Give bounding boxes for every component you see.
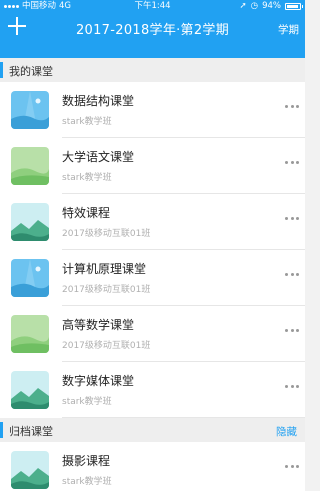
- course-item[interactable]: 数字媒体课堂 stark教学班: [0, 362, 305, 418]
- more-options-button[interactable]: [285, 383, 299, 389]
- dot-icon: [285, 272, 288, 276]
- app-header: 中国移动 4G 下午1:44 ➚ ◷ 94% 2017-2018学年·第2学期 …: [0, 0, 305, 58]
- course-name: 特效课程: [62, 206, 111, 220]
- dot-icon: [285, 464, 288, 468]
- course-item[interactable]: 数据结构课堂 stark教学班: [0, 82, 305, 138]
- section-header-archived: 归档课堂 隐藏: [0, 418, 305, 442]
- dot-icon: [296, 216, 299, 220]
- course-name: 数字媒体课堂: [62, 374, 135, 388]
- course-item[interactable]: 大学语文课堂 stark教学班: [0, 138, 305, 194]
- course-thumbnail: [11, 91, 49, 129]
- course-thumbnail: [11, 451, 49, 489]
- dot-icon: [285, 216, 288, 220]
- alarm-icon: ◷: [250, 1, 259, 11]
- course-list: 数据结构课堂 stark教学班 大学语文课堂 stark教学班 特效课程 2017级移动互…: [0, 82, 305, 418]
- course-name: 大学语文课堂: [62, 150, 135, 164]
- course-name: 高等数学课堂: [62, 318, 135, 332]
- dot-icon: [285, 328, 288, 332]
- course-item[interactable]: 摄影课程 stark教学班: [0, 442, 305, 491]
- more-options-button[interactable]: [285, 271, 299, 277]
- more-options-button[interactable]: [285, 103, 299, 109]
- course-class: 2017级移动互联01班: [62, 285, 151, 295]
- section-label: 归档课堂: [9, 425, 53, 438]
- archived-course-list: 摄影课程 stark教学班: [0, 442, 305, 491]
- course-thumbnail: [11, 203, 49, 241]
- dot-icon: [290, 216, 294, 220]
- more-options-button[interactable]: [285, 463, 299, 469]
- dot-icon: [290, 328, 294, 332]
- dot-icon: [296, 464, 299, 468]
- dot-icon: [285, 384, 288, 388]
- course-class: stark教学班: [62, 173, 112, 183]
- course-class: stark教学班: [62, 397, 112, 407]
- dot-icon: [296, 384, 299, 388]
- page-title: 2017-2018学年·第2学期: [75, 23, 230, 38]
- more-options-button[interactable]: [285, 159, 299, 165]
- course-class: stark教学班: [62, 117, 112, 127]
- course-thumbnail: [11, 147, 49, 185]
- dot-icon: [296, 328, 299, 332]
- section-label: 我的课堂: [9, 65, 53, 78]
- status-bar: 中国移动 4G 下午1:44 ➚ ◷ 94%: [0, 0, 305, 13]
- course-name: 数据结构课堂: [62, 94, 135, 108]
- battery-icon: [285, 3, 303, 10]
- dot-icon: [290, 384, 294, 388]
- course-item[interactable]: 计算机原理课堂 2017级移动互联01班: [0, 250, 305, 306]
- course-thumbnail: [11, 259, 49, 297]
- section-header-mine: 我的课堂: [0, 58, 305, 82]
- dot-icon: [296, 272, 299, 276]
- battery-label: 94%: [262, 1, 281, 11]
- dot-icon: [290, 160, 294, 164]
- more-options-button[interactable]: [285, 215, 299, 221]
- term-button[interactable]: 学期: [278, 22, 299, 37]
- course-class: 2017级移动互联01班: [62, 229, 151, 239]
- dot-icon: [290, 272, 294, 276]
- status-right: ➚ ◷ 94%: [239, 0, 303, 13]
- course-name: 摄影课程: [62, 454, 111, 468]
- dot-icon: [285, 160, 288, 164]
- course-class: 2017级移动互联01班: [62, 341, 151, 351]
- location-icon: ➚: [239, 1, 247, 11]
- hide-archived-button[interactable]: 隐藏: [276, 424, 297, 439]
- course-thumbnail: [11, 315, 49, 353]
- dot-icon: [296, 104, 299, 108]
- dot-icon: [285, 104, 288, 108]
- dot-icon: [290, 104, 294, 108]
- course-item[interactable]: 特效课程 2017级移动互联01班: [0, 194, 305, 250]
- dot-icon: [290, 464, 294, 468]
- course-item[interactable]: 高等数学课堂 2017级移动互联01班: [0, 306, 305, 362]
- section-accent-bar: [0, 62, 3, 78]
- dot-icon: [296, 160, 299, 164]
- course-thumbnail: [11, 371, 49, 409]
- course-name: 计算机原理课堂: [62, 262, 147, 276]
- more-options-button[interactable]: [285, 327, 299, 333]
- section-accent-bar: [0, 422, 3, 438]
- course-class: stark教学班: [62, 477, 112, 487]
